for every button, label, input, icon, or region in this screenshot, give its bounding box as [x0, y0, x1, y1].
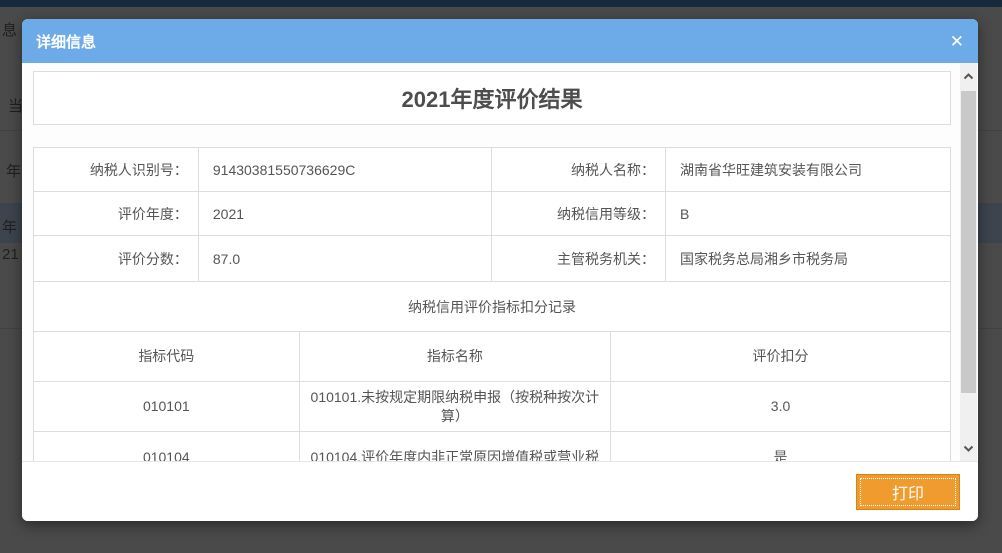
background-text-fragment: 年 — [6, 160, 21, 181]
background-text-fragment: 21 — [2, 246, 19, 263]
taxpayer-name-value: 湖南省华旺建筑安装有限公司 — [666, 148, 950, 191]
evaluation-table: 纳税人识别号： 91430381550736629C 纳税人名称： 湖南省华旺建… — [33, 147, 951, 461]
taxpayer-id-value: 91430381550736629C — [199, 148, 492, 191]
dialog-footer: 打印 — [22, 461, 978, 521]
table-row: 评价分数： 87.0 主管税务机关： 国家税务总局湘乡市税务局 — [34, 236, 950, 282]
scroll-up-button[interactable] — [960, 65, 977, 87]
dialog-title: 详细信息 — [36, 31, 96, 52]
taxpayer-id-label: 纳税人识别号： — [34, 148, 199, 191]
scrollbar-thumb[interactable] — [961, 91, 976, 393]
column-header-deduction: 评价扣分 — [611, 332, 950, 381]
background-top-navbar — [0, 0, 1002, 7]
column-header-indicator-name: 指标名称 — [300, 332, 611, 381]
evaluation-year-value: 2021 — [199, 192, 492, 235]
chevron-down-icon — [963, 445, 974, 452]
tax-authority-value: 国家税务总局湘乡市税务局 — [666, 236, 950, 281]
scroll-down-button[interactable] — [960, 437, 977, 459]
deduction-score-cell: 3.0 — [611, 382, 950, 431]
indicator-name-cell: 010101.未按规定期限纳税申报（按税种按次计算） — [300, 382, 611, 431]
chevron-up-icon — [963, 73, 974, 80]
indicator-code-cell: 010104 — [34, 432, 300, 461]
deduction-score-cell: 是 — [611, 432, 950, 461]
report-title: 2021年度评价结果 — [402, 82, 583, 114]
dialog-scroll-area: 2021年度评价结果 纳税人识别号： 91430381550736629C 纳税… — [22, 63, 961, 461]
section-title: 纳税信用评价指标扣分记录 — [34, 282, 950, 332]
close-icon[interactable]: ✕ — [950, 33, 964, 50]
credit-grade-value: B — [666, 192, 950, 235]
background-text-fragment: 年 — [2, 216, 17, 237]
deduction-header-row: 指标代码 指标名称 评价扣分 — [34, 332, 950, 382]
table-row: 010101 010101.未按规定期限纳税申报（按税种按次计算） 3.0 — [34, 382, 950, 432]
print-button[interactable]: 打印 — [856, 474, 960, 510]
detail-dialog: 详细信息 ✕ 2021年度评价结果 纳税人识别号： 91430381550736… — [22, 19, 978, 521]
evaluation-score-label: 评价分数： — [34, 236, 199, 281]
table-row: 纳税人识别号： 91430381550736629C 纳税人名称： 湖南省华旺建… — [34, 148, 950, 192]
column-header-indicator-code: 指标代码 — [34, 332, 300, 381]
table-row: 010104 010104.评价年度内非正常原因增值税或营业税 是 — [34, 432, 950, 461]
report-title-box: 2021年度评价结果 — [33, 71, 951, 125]
dialog-header: 详细信息 ✕ — [22, 19, 978, 63]
evaluation-year-label: 评价年度： — [34, 192, 199, 235]
table-row: 评价年度： 2021 纳税信用等级： B — [34, 192, 950, 236]
credit-grade-label: 纳税信用等级： — [492, 192, 666, 235]
background-text-fragment: 当 — [8, 95, 23, 116]
taxpayer-name-label: 纳税人名称： — [492, 148, 666, 191]
tax-authority-label: 主管税务机关： — [492, 236, 666, 281]
indicator-name-cell: 010104.评价年度内非正常原因增值税或营业税 — [300, 432, 611, 461]
background-text-fragment: 息 — [2, 19, 17, 40]
screen: 息 当 年 年 21 详细信息 ✕ 2021年度评价结果 纳税人识别号： 914… — [0, 0, 1002, 553]
scrollbar[interactable] — [960, 63, 977, 461]
indicator-code-cell: 010101 — [34, 382, 300, 431]
evaluation-score-value: 87.0 — [199, 236, 492, 281]
